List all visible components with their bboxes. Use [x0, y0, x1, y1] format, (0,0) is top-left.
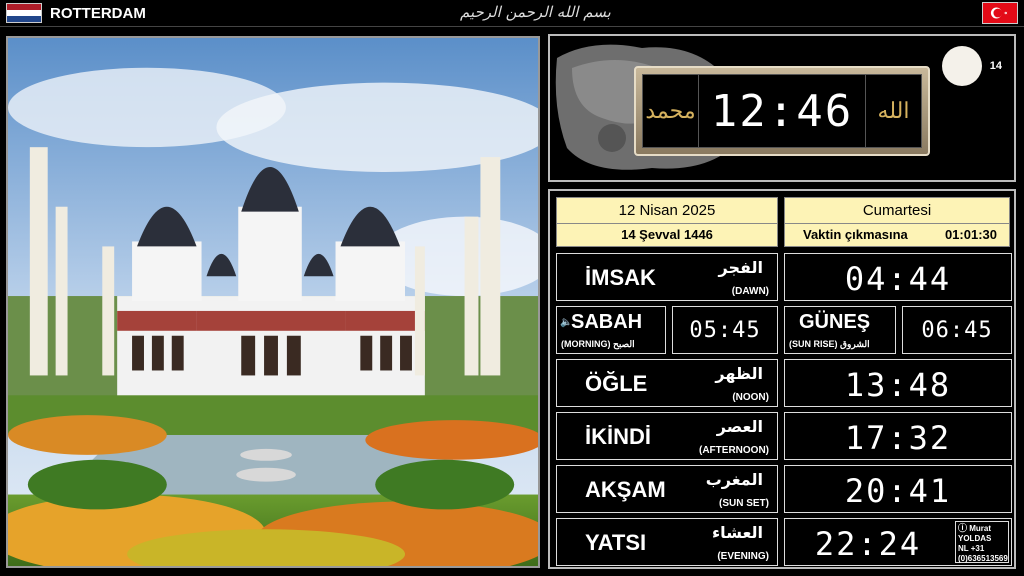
hijri-date: 14 Şevval 1446	[621, 227, 713, 242]
moon-phase-icon	[942, 46, 982, 86]
prayer-english: (DAWN)	[731, 286, 769, 297]
prayer-english: (SUN SET)	[719, 498, 769, 509]
prayer-row-yatsi: YATSI العشاء (EVENING) 22:24 ⓘ Murat YOL…	[556, 518, 1012, 566]
prayer-name: İMSAK	[585, 265, 656, 290]
prayer-time: 05:45	[689, 318, 761, 343]
prayer-name: SABAH	[571, 311, 643, 333]
top-bar: ROTTERDAM بسم الله الرحمن الرحيم	[0, 0, 1024, 27]
prayer-english: (NOON)	[732, 392, 769, 403]
prayer-row-ogle: ÖĞLE الظهر (NOON) 13:48	[556, 359, 1012, 407]
remaining-time: Vaktin çıkmasına 01:01:30	[785, 224, 1009, 246]
muhammad-calligraphy: محمد	[643, 75, 699, 147]
date-box: 12 Nisan 2025 14 Şevval 1446	[556, 197, 778, 247]
prayer-english: (MORNING) الصبح	[561, 339, 635, 349]
prayer-time: 06:45	[921, 318, 993, 343]
prayer-time: 04:44	[844, 260, 952, 298]
prayer-english: (AFTERNOON)	[699, 445, 769, 456]
current-time: 12:46	[710, 85, 854, 137]
prayer-row-aksam: AKŞAM المغرب (SUN SET) 20:41	[556, 465, 1012, 513]
moon-day: 14	[989, 60, 1002, 72]
remaining-label: Vaktin çıkmasına	[803, 227, 908, 242]
prayer-time: 22:24	[814, 525, 922, 563]
prayer-name: İKİNDİ	[585, 424, 651, 449]
prayer-name: ÖĞLE	[585, 371, 648, 396]
info-icon: ⓘ	[958, 523, 968, 533]
remaining-value: 01:01:30	[944, 227, 997, 242]
prayer-name: AKŞAM	[585, 477, 666, 502]
allah-calligraphy: الله	[865, 75, 921, 147]
prayer-times-panel: 12 Nisan 2025 14 Şevval 1446 Cumartesi V…	[548, 189, 1016, 569]
prayer-arabic: الظهر	[715, 364, 763, 383]
prayer-arabic: العشاء	[712, 523, 763, 542]
mosque-photo	[6, 36, 540, 568]
prayer-name: YATSI	[585, 530, 647, 555]
prayer-time: 20:41	[844, 472, 952, 510]
prayer-row-ikindi: İKİNDİ العصر (AFTERNOON) 17:32	[556, 412, 1012, 460]
clock-panel: محمد 12:46 الله 14	[548, 34, 1016, 182]
prayer-english: (EVENING)	[717, 551, 769, 562]
prayer-arabic: الفجر	[718, 258, 764, 277]
weekday-box: Cumartesi Vaktin çıkmasına 01:01:30	[784, 197, 1010, 247]
prayer-name: GÜNEŞ	[799, 311, 871, 333]
city-name: ROTTERDAM	[50, 5, 146, 22]
prayer-row-imsak: İMSAK الفجر (DAWN) 04:44	[556, 253, 1012, 301]
prayer-time: 17:32	[844, 419, 952, 457]
prayer-arabic: العصر	[716, 417, 763, 436]
weekday: Cumartesi	[785, 198, 1009, 224]
prayer-arabic: المغرب	[705, 470, 763, 489]
turkey-flag-icon	[982, 2, 1018, 24]
prayer-row-sabah-gunes: 🔈 SABAH (MORNING) الصبح 05:45 GÜNEŞ (SUN…	[556, 306, 1012, 354]
prayer-time: 13:48	[844, 366, 952, 404]
netherlands-flag-icon	[6, 3, 42, 23]
basmala-calligraphy: بسم الله الرحمن الرحيم	[460, 3, 611, 21]
gregorian-date: 12 Nisan 2025	[557, 198, 777, 224]
digital-clock: محمد 12:46 الله	[634, 66, 930, 156]
prayer-english: (SUN RISE) الشروق	[789, 339, 870, 349]
contact-info: ⓘ Murat YOLDAS NL +31 (0)636513569	[955, 521, 1009, 563]
